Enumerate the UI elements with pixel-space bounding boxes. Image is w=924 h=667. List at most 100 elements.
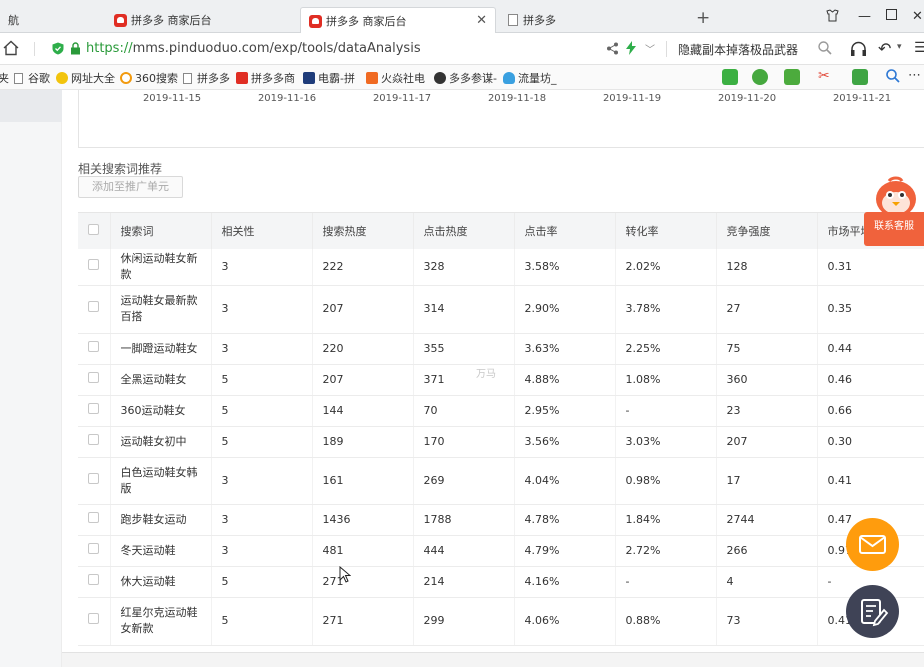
extension-icon[interactable] <box>722 69 738 85</box>
row-checkbox[interactable] <box>88 340 99 352</box>
url-field[interactable]: https://mms.pinduoduo.com/exp/tools/data… <box>86 41 421 56</box>
chevron-down-icon[interactable]: ▾ <box>897 42 902 52</box>
bookmark-pinduoduo[interactable]: 拼多多 <box>183 70 230 86</box>
search-icon[interactable] <box>886 69 900 86</box>
feedback-button[interactable] <box>846 585 899 638</box>
column-header-relevance[interactable]: 相关性 <box>211 213 313 249</box>
keyword-cell: 休闲运动鞋女新款 <box>110 249 212 286</box>
click-heat-cell: 214 <box>413 566 515 598</box>
sidebar-selected-item[interactable] <box>0 90 62 122</box>
close-window-icon[interactable]: ✕ <box>912 9 923 24</box>
chevron-down-icon[interactable]: ﹀ <box>645 41 655 56</box>
browser-tab-1[interactable]: 航 <box>0 7 100 33</box>
row-checkbox[interactable] <box>88 402 99 414</box>
bookmark-duoduo-canmou[interactable]: 多多参谋- <box>434 70 497 86</box>
table-row[interactable]: 休闲运动鞋女新款 3 222 328 3.58% 2.02% 128 0.31 <box>78 249 924 286</box>
maximize-icon[interactable] <box>886 9 897 24</box>
search-icon[interactable] <box>818 41 832 58</box>
table-row[interactable]: 运动鞋女最新款百搭 3 207 314 2.90% 3.78% 27 0.35 <box>78 285 924 334</box>
fire-icon <box>366 72 378 84</box>
table-row[interactable]: 休大运动鞋 5 271 214 4.16% -4- <box>78 566 924 598</box>
competition-cell: 4 <box>716 566 818 598</box>
table-row[interactable]: 红星尔克运动鞋女新款 5 271 299 4.06% 0.88% 73 0.41 <box>78 597 924 646</box>
table-row[interactable]: 白色运动鞋女韩版 3 161 269 4.04% 0.98% 17 0.41 <box>78 457 924 505</box>
scissors-icon[interactable]: ✂ <box>818 68 830 84</box>
table-row[interactable]: 全黑运动鞋女 5 207 371 4.88% 1.08% 360 0.46 <box>78 364 924 396</box>
row-checkbox[interactable] <box>88 613 99 624</box>
ctr-cell: 3.63% <box>514 333 616 365</box>
url-path: mms.pinduoduo.com/exp/tools/dataAnalysis <box>132 41 421 56</box>
contact-service-button[interactable]: 联系客服 <box>864 212 924 246</box>
bookmark-item[interactable]: 夹 <box>0 70 9 86</box>
gamepad-icon[interactable] <box>852 69 868 85</box>
table-row[interactable]: 运动鞋女初中 5 189 170 3.56% 3.03% 207 0.30 <box>78 426 924 458</box>
row-checkbox[interactable] <box>88 371 99 383</box>
cvr-cell: 0.98% <box>615 457 717 505</box>
bookmark-liuliangfang[interactable]: 流量坊_ <box>503 70 557 86</box>
row-checkbox[interactable] <box>88 258 99 270</box>
bookmark-dianba[interactable]: 电霸-拼 <box>303 70 355 86</box>
competition-cell: 207 <box>716 426 818 458</box>
row-checkbox[interactable] <box>88 573 99 585</box>
pinduoduo-icon <box>309 14 322 28</box>
market-avg-cell: 0.44 <box>817 333 924 365</box>
bookmark-google[interactable]: 谷歌 <box>14 70 50 86</box>
ctr-cell: 4.04% <box>514 457 616 505</box>
edit-note-icon <box>861 599 889 627</box>
close-tab-icon[interactable]: ✕ <box>476 13 487 28</box>
row-checkbox[interactable] <box>88 301 99 312</box>
home-icon[interactable] <box>3 40 19 59</box>
row-checkbox[interactable] <box>88 433 99 445</box>
horizontal-scrollbar[interactable] <box>62 652 924 667</box>
row-checkbox[interactable] <box>88 511 99 523</box>
shield-extension-icon[interactable] <box>752 69 768 85</box>
skin-icon[interactable] <box>826 9 839 26</box>
keyword-cell: 运动鞋女初中 <box>110 426 212 458</box>
undo-icon[interactable]: ↶ <box>878 39 891 58</box>
lightning-icon[interactable] <box>626 41 636 58</box>
bookmark-360-search[interactable]: 360搜索 <box>120 70 178 86</box>
lock-icon <box>70 42 81 58</box>
keyword-cell: 冬天运动鞋 <box>110 535 212 567</box>
page-icon <box>508 14 518 26</box>
bookmark-huoyan[interactable]: 火焱社电 <box>366 70 425 86</box>
table-row[interactable]: 跑步鞋女运动 3 1436 1788 4.78% 1.84% 2744 0.47 <box>78 504 924 536</box>
add-to-promotion-unit-button[interactable]: 添加至推广单元 <box>78 176 183 198</box>
more-icon[interactable]: ⋯ <box>908 68 921 83</box>
column-header-cvr[interactable]: 转化率 <box>615 213 717 249</box>
ctr-cell: 4.78% <box>514 504 616 536</box>
share-icon[interactable] <box>606 42 619 58</box>
table-row[interactable]: 冬天运动鞋 3 481 444 4.79% 2.72% 266 0.97 <box>78 535 924 567</box>
row-checkbox[interactable] <box>88 472 99 484</box>
column-header-keyword[interactable]: 搜索词 <box>110 213 212 249</box>
browser-tab-2[interactable]: 拼多多 商家后台 <box>106 7 296 33</box>
bookmark-pinduoduo-merchant[interactable]: 拼多多商 <box>236 70 295 86</box>
minimize-icon[interactable]: — <box>858 9 871 24</box>
bookmark-url-directory[interactable]: 网址大全 <box>56 70 115 86</box>
new-tab-button[interactable]: + <box>696 8 710 28</box>
browser-tab-4[interactable]: 拼多多 <box>500 7 680 33</box>
tab-label: 航 <box>8 14 19 27</box>
table-row[interactable]: 一脚蹬运动鞋女 3 220 355 3.63% 2.25% 75 0.44 <box>78 333 924 365</box>
column-header-competition[interactable]: 竞争强度 <box>716 213 818 249</box>
browser-tab-3-active[interactable]: 拼多多 商家后台 ✕ <box>300 7 496 34</box>
message-button[interactable] <box>846 518 899 571</box>
column-header-click-heat[interactable]: 点击热度 <box>413 213 515 249</box>
relevance-cell: 3 <box>211 457 313 505</box>
market-avg-cell: 0.66 <box>817 395 924 427</box>
ctr-cell: 4.88% <box>514 364 616 396</box>
headset-icon[interactable] <box>850 41 867 60</box>
table-row[interactable]: 360运动鞋女 5 144 70 2.95% -23 0.66 <box>78 395 924 427</box>
search-suggestion[interactable]: 隐藏副本掉落极品武器 <box>678 41 798 58</box>
select-all-checkbox[interactable] <box>88 224 99 235</box>
menu-icon[interactable]: ☰ <box>914 40 924 56</box>
pinduoduo-icon <box>114 13 127 27</box>
globe-icon <box>56 72 68 84</box>
watermark: 万马 <box>476 369 496 380</box>
column-header-ctr[interactable]: 点击率 <box>514 213 616 249</box>
keyword-cell: 运动鞋女最新款百搭 <box>110 285 212 334</box>
row-checkbox[interactable] <box>88 542 99 554</box>
x-tick-label: 2019-11-18 <box>487 93 547 104</box>
column-header-search-heat[interactable]: 搜索热度 <box>312 213 414 249</box>
translate-icon[interactable] <box>784 69 800 85</box>
